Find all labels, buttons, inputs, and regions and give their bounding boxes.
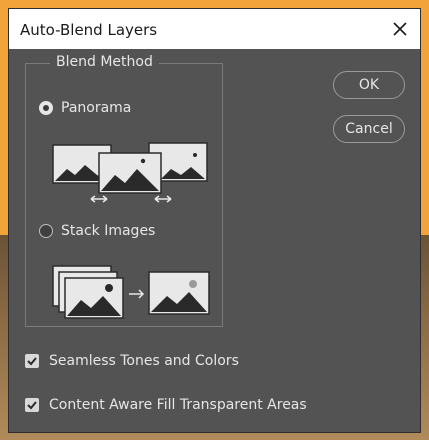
checkbox[interactable] xyxy=(25,398,39,412)
checkmark-icon xyxy=(27,401,37,410)
title-bar: Auto-Blend Layers xyxy=(9,9,420,49)
radio-label: Stack Images xyxy=(61,223,156,239)
checkbox-seamless-tones[interactable]: Seamless Tones and Colors xyxy=(25,353,239,369)
checkbox-label: Seamless Tones and Colors xyxy=(49,353,239,369)
blend-method-group: Blend Method Panorama Stack Images xyxy=(25,54,223,327)
radio-button[interactable] xyxy=(39,101,53,115)
blend-method-legend: Blend Method xyxy=(50,54,159,70)
radio-button[interactable] xyxy=(39,224,53,238)
checkbox-label: Content Aware Fill Transparent Areas xyxy=(49,397,307,413)
radio-panorama[interactable]: Panorama xyxy=(39,100,131,116)
ok-button[interactable]: OK xyxy=(333,71,405,99)
checkbox-content-aware-fill[interactable]: Content Aware Fill Transparent Areas xyxy=(25,397,307,413)
stack-images-illustration-icon xyxy=(52,265,210,319)
cancel-button[interactable]: Cancel xyxy=(333,115,405,143)
checkbox[interactable] xyxy=(25,354,39,368)
close-icon[interactable] xyxy=(388,17,412,41)
panorama-illustration-icon xyxy=(52,142,208,203)
radio-stack-images[interactable]: Stack Images xyxy=(39,223,155,239)
checkmark-icon xyxy=(27,357,37,366)
radio-label: Panorama xyxy=(61,100,132,116)
dialog-title: Auto-Blend Layers xyxy=(20,21,158,39)
auto-blend-dialog: Auto-Blend Layers Blend Method Panorama xyxy=(8,8,421,433)
